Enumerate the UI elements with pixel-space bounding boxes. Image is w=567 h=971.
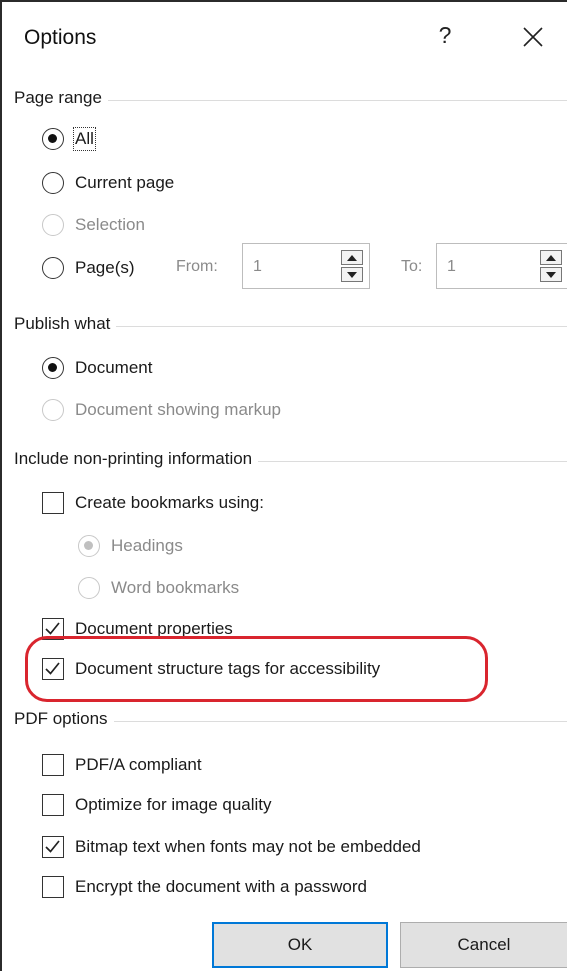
radio-current-page[interactable]: Current page [42, 172, 174, 194]
radio-all[interactable]: All [42, 127, 96, 151]
checkbox-bitmap-text-label: Bitmap text when fonts may not be embedd… [75, 837, 421, 856]
to-increment-button[interactable] [540, 250, 562, 265]
from-value[interactable]: 1 [253, 258, 262, 276]
radio-pages-indicator[interactable] [42, 257, 64, 279]
radio-word-bookmarks-indicator [78, 577, 100, 599]
arrow-down-icon [347, 271, 357, 278]
checkbox-optimize[interactable]: Optimize for image quality [42, 794, 272, 816]
from-spinner: 1 [242, 243, 370, 289]
from-increment-button[interactable] [341, 250, 363, 265]
radio-all-label: All [73, 127, 96, 151]
radio-document-indicator[interactable] [42, 357, 64, 379]
pdf-options-title: PDF options [14, 709, 114, 729]
radio-all-indicator[interactable] [42, 128, 64, 150]
radio-document[interactable]: Document [42, 357, 152, 379]
checkmark-icon [45, 840, 60, 853]
checkbox-bitmap-text[interactable]: Bitmap text when fonts may not be embedd… [42, 836, 421, 858]
ok-button[interactable]: OK [212, 922, 388, 968]
checkbox-optimize-label: Optimize for image quality [75, 795, 272, 814]
radio-word-bookmarks: Word bookmarks [78, 577, 239, 599]
cancel-button[interactable]: Cancel [400, 922, 567, 968]
arrow-up-icon [546, 254, 556, 261]
checkbox-pdfa-box[interactable] [42, 754, 64, 776]
radio-word-bookmarks-label: Word bookmarks [111, 578, 240, 597]
checkbox-bitmap-text-box[interactable] [42, 836, 64, 858]
from-label: From: [176, 258, 218, 275]
checkbox-create-bookmarks-box[interactable] [42, 492, 64, 514]
radio-headings-indicator [78, 535, 100, 557]
from-spinner-arrows [341, 250, 363, 282]
checkbox-create-bookmarks-label: Create bookmarks using: [75, 493, 264, 512]
checkbox-encrypt-label: Encrypt the document with a password [75, 877, 367, 896]
radio-headings: Headings [78, 535, 183, 557]
page-range-title: Page range [14, 88, 108, 108]
to-spinner: 1 [436, 243, 567, 289]
arrow-down-icon [546, 271, 556, 278]
radio-headings-label: Headings [111, 536, 183, 555]
options-dialog: Options ? Page range All Current page Se… [0, 0, 567, 971]
checkbox-pdfa[interactable]: PDF/A compliant [42, 754, 202, 776]
close-icon [523, 27, 543, 47]
to-label: To: [401, 258, 423, 275]
checkmark-icon [45, 622, 60, 635]
radio-document-markup-indicator [42, 399, 64, 421]
non-printing-title: Include non-printing information [14, 449, 259, 469]
radio-current-page-label: Current page [75, 173, 175, 192]
radio-selection-indicator [42, 214, 64, 236]
radio-pages-label: Page(s) [75, 258, 135, 277]
to-decrement-button[interactable] [540, 267, 562, 282]
checkbox-pdfa-label: PDF/A compliant [75, 755, 202, 774]
dialog-title: Options [24, 26, 97, 49]
help-button[interactable]: ? [430, 20, 460, 50]
radio-pages[interactable]: Page(s) [42, 257, 135, 279]
highlight-annotation [25, 636, 488, 702]
radio-selection: Selection [42, 214, 145, 236]
checkbox-create-bookmarks[interactable]: Create bookmarks using: [42, 492, 264, 514]
to-value[interactable]: 1 [447, 258, 456, 276]
checkbox-encrypt[interactable]: Encrypt the document with a password [42, 876, 367, 898]
close-button[interactable] [518, 22, 548, 52]
radio-selection-label: Selection [75, 215, 145, 234]
checkbox-optimize-box[interactable] [42, 794, 64, 816]
radio-document-label: Document [75, 358, 153, 377]
radio-current-page-indicator[interactable] [42, 172, 64, 194]
radio-document-markup: Document showing markup [42, 399, 281, 421]
radio-document-markup-label: Document showing markup [75, 400, 281, 419]
arrow-up-icon [347, 254, 357, 261]
to-spinner-arrows [540, 250, 562, 282]
from-decrement-button[interactable] [341, 267, 363, 282]
publish-what-title: Publish what [14, 314, 117, 334]
checkbox-encrypt-box[interactable] [42, 876, 64, 898]
